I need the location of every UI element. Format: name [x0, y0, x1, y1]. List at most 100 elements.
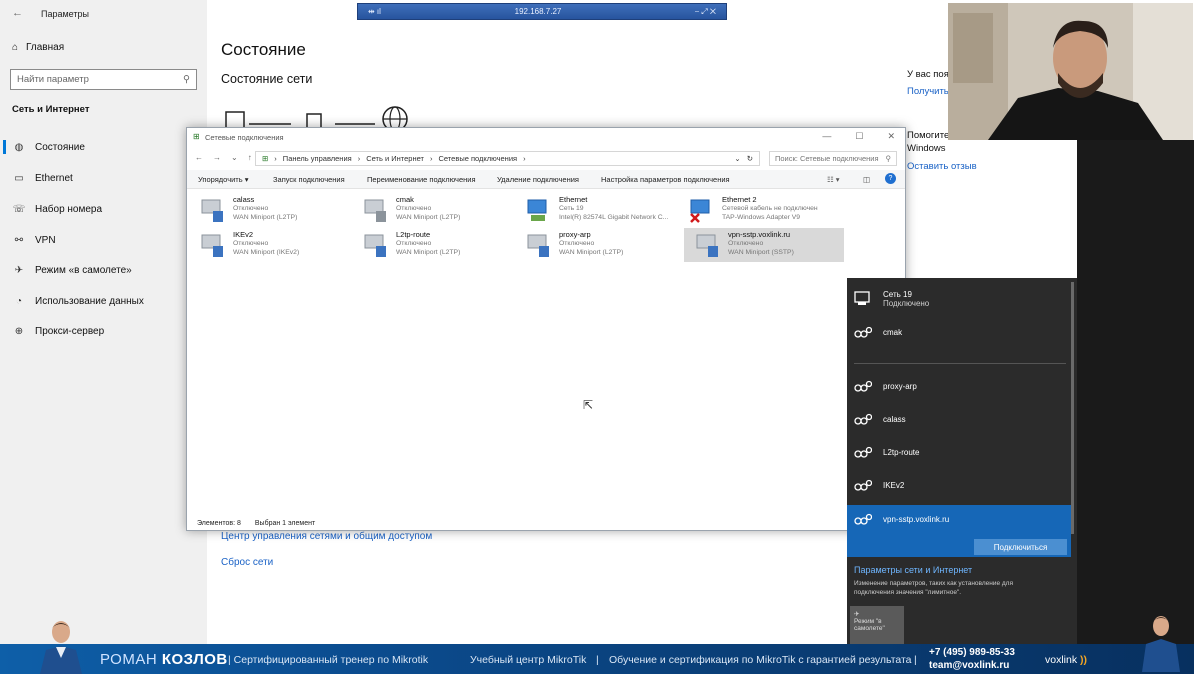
connection-item[interactable]: Ethernet Сеть 19 Intel(R) 82574L Gigabit… [515, 193, 675, 227]
vpn-icon [854, 478, 880, 497]
network-folder-icon: ⊞ [193, 132, 200, 141]
voxlink-logo-icon: )) [1080, 654, 1088, 666]
section-title: Состояние сети [221, 72, 313, 86]
sidebar-item-dialup[interactable]: ☏ Набор номера [0, 196, 207, 222]
connection-name: cmak [396, 195, 414, 204]
trainer-last-name: КОЗЛОВ [161, 651, 228, 668]
presenter-video-image [948, 3, 1193, 140]
sidebar-item-status[interactable]: ◍ Состояние [0, 134, 207, 160]
connection-status: Отключено [728, 240, 764, 247]
recent-chevron-icon[interactable]: ⌄ [231, 153, 238, 162]
breadcrumb-item[interactable]: Панель управления [283, 154, 352, 163]
minimize-icon[interactable]: — [822, 131, 831, 142]
ethernet-network-icon [854, 290, 880, 311]
sidebar-item-proxy[interactable]: ⊕ Прокси-сервер [0, 318, 207, 344]
back-icon[interactable]: ← [195, 153, 203, 162]
flyout-network-item[interactable]: Сеть 19 Подключено [847, 288, 1071, 311]
vpn-connection-icon [364, 234, 386, 257]
connection-item[interactable]: cmak Отключено WAN Miniport (L2TP) [352, 193, 512, 227]
airplane-mode-tile[interactable]: ✈ Режим "в самолете" [850, 606, 904, 644]
connection-status: Отключено [233, 205, 269, 212]
page-title: Состояние [221, 40, 306, 59]
connection-name: calass [233, 195, 255, 204]
trainer-role: | Сертифицированный тренер по Mikrotik [228, 654, 429, 666]
voxlink-logo-text: voxlink [1045, 654, 1078, 666]
rdp-host: 192.168.7.27 [514, 7, 562, 16]
start-connection-button[interactable]: Запуск подключения [273, 175, 345, 184]
flyout-vpn-item[interactable]: cmak [847, 323, 1071, 344]
flyout-vpn-item[interactable]: vpn-sstp.voxlink.ru [847, 510, 1071, 531]
vpn-icon [854, 445, 880, 464]
dropdown-chevron-icon[interactable]: ⌄ [734, 154, 740, 163]
remote-desktop-bar[interactable]: ⇹ ıl 192.168.7.27 ⎯ ⤢ ✕ [357, 3, 727, 20]
network-settings-link[interactable]: Параметры сети и Интернет [854, 565, 972, 575]
rename-connection-button[interactable]: Переименование подключения [367, 175, 476, 184]
connection-status: Сетевой кабель не подключен [722, 205, 818, 212]
search-icon: ⚲ [183, 74, 190, 85]
flyout-vpn-item[interactable]: IKEv2 [847, 476, 1071, 497]
close-icon[interactable]: ✕ [887, 131, 895, 142]
breadcrumb-sep-icon: › [523, 154, 526, 163]
address-row: ← → ⌄ ↑ ⊞ › Панель управления › Сеть и И… [187, 150, 905, 168]
rdp-window-controls[interactable]: ⎯ ⤢ ✕ [695, 7, 716, 17]
maximize-icon[interactable]: ☐ [855, 131, 863, 142]
contact-phone: +7 (495) 989-85-33 [929, 647, 1015, 658]
flyout-vpn-item[interactable]: proxy-arp [847, 377, 1071, 398]
connection-device: TAP-Windows Adapter V9 [722, 214, 801, 221]
connect-button[interactable]: Подключиться [974, 539, 1067, 555]
feedback-link[interactable]: Оставить отзыв [907, 161, 977, 172]
sidebar-item-ethernet[interactable]: ▭ Ethernet [0, 165, 207, 191]
globe-proxy-icon: ⊕ [14, 325, 24, 337]
network-center-link[interactable]: Центр управления сетями и общим доступом [221, 531, 432, 542]
flyout-network-name: Сеть 19 [883, 290, 912, 299]
connection-item[interactable]: IKEv2 Отключено WAN Miniport (IKEv2) [189, 228, 349, 262]
settings-search-input[interactable]: Найти параметр ⚲ [10, 69, 197, 90]
view-options-icon[interactable]: ☷ ▾ [827, 175, 840, 184]
flyout-network-status: Подключено [883, 299, 930, 308]
sidebar-item-data-usage[interactable]: ◔ Использование данных [0, 288, 207, 314]
flyout-vpn-name: vpn-sstp.voxlink.ru [883, 515, 950, 524]
delete-connection-button[interactable]: Удаление подключения [497, 175, 579, 184]
network-reset-link[interactable]: Сброс сети [221, 557, 273, 568]
pin-signal-icon[interactable]: ⇹ ıl [368, 7, 381, 16]
connection-item[interactable]: Ethernet 2 Сетевой кабель не подключен T… [678, 193, 838, 227]
window-controls: — ☐ ✕ [822, 131, 895, 142]
connection-item[interactable]: calass Отключено WAN Miniport (L2TP) [189, 193, 349, 227]
connection-status: Отключено [233, 240, 269, 247]
breadcrumb-item[interactable]: Сеть и Интернет [366, 154, 424, 163]
sidebar-item-vpn[interactable]: ⚯ VPN [0, 227, 207, 253]
flyout-vpn-item[interactable]: calass [847, 410, 1071, 431]
settings-sidebar: ← Параметры ⌂ Главная Найти параметр ⚲ С… [0, 0, 207, 644]
flyout-vpn-name: IKEv2 [883, 481, 905, 490]
connection-name: IKEv2 [233, 230, 254, 239]
connection-item-selected[interactable]: vpn-sstp.voxlink.ru Отключено WAN Minipo… [684, 228, 844, 262]
sidebar-item-label: VPN [35, 234, 56, 246]
data-usage-icon: ◔ [15, 295, 23, 307]
help-icon[interactable]: ? [885, 173, 896, 184]
up-icon[interactable]: ↑ [248, 153, 252, 162]
forward-icon[interactable]: → [213, 153, 221, 162]
preview-pane-icon[interactable]: ◫ [863, 175, 870, 184]
flyout-vpn-item[interactable]: L2tp-route [847, 443, 1071, 464]
connection-item[interactable]: L2tp-route Отключено WAN Miniport (L2TP) [352, 228, 512, 262]
network-connections-window: ⊞ Сетевые подключения — ☐ ✕ ← → ⌄ ↑ ⊞ › … [186, 127, 906, 531]
trainer-avatar [40, 621, 82, 674]
back-arrow-icon[interactable]: ← [12, 7, 23, 19]
organize-button[interactable]: Упорядочить ▾ [198, 175, 248, 184]
configure-connection-button[interactable]: Настройка параметров подключения [601, 175, 730, 184]
connection-name: Ethernet 2 [722, 195, 757, 204]
connection-status: Отключено [396, 205, 432, 212]
nav-home[interactable]: ⌂ Главная [12, 42, 64, 53]
info-text: У вас поя [907, 69, 949, 80]
vpn-connection-icon [527, 234, 549, 257]
address-bar[interactable]: ⊞ › Панель управления › Сеть и Интернет … [255, 151, 760, 166]
connection-item[interactable]: proxy-arp Отключено WAN Miniport (L2TP) [515, 228, 675, 262]
desktop-background [1077, 140, 1194, 644]
explorer-search-input[interactable]: Поиск: Сетевые подключения ⚲ [769, 151, 897, 166]
flyout-scrollbar[interactable] [1071, 282, 1074, 534]
sidebar-item-airplane[interactable]: ✈ Режим «в самолете» [0, 257, 207, 283]
breadcrumb-item[interactable]: Сетевые подключения [438, 154, 517, 163]
get-link[interactable]: Получить [907, 86, 949, 97]
webcam-video [948, 3, 1193, 140]
refresh-icon[interactable]: ↻ [747, 154, 753, 163]
